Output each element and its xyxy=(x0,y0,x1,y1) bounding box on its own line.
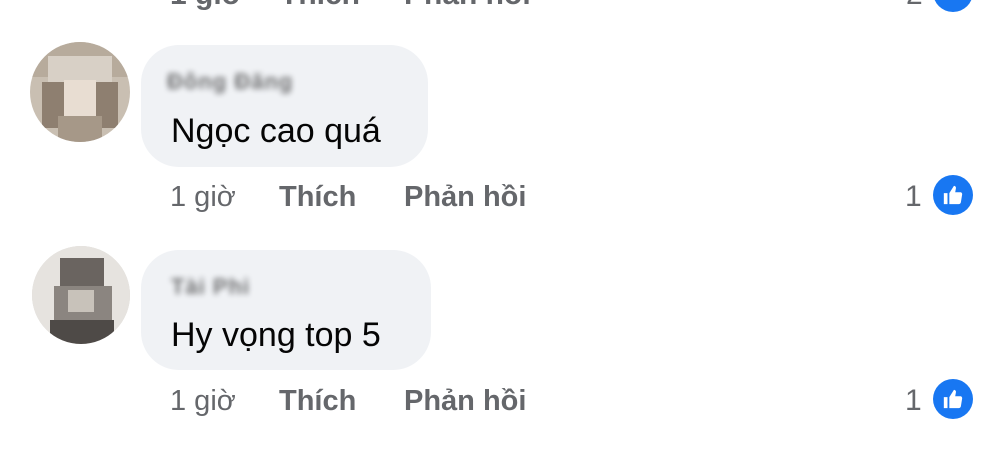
like-count: 2 xyxy=(906,0,923,12)
comment-author[interactable]: Đông Đăng xyxy=(167,69,293,95)
like-reaction-badge[interactable] xyxy=(933,175,973,215)
like-reaction-badge[interactable] xyxy=(933,379,973,419)
thumbs-up-icon xyxy=(943,389,963,409)
reply-button[interactable]: Phản hồi xyxy=(404,181,526,214)
comment-bubble[interactable]: Đông Đăng Ngọc cao quá xyxy=(141,45,428,167)
reply-button[interactable]: Phản hồi xyxy=(404,385,526,418)
comment-text: Hy vọng top 5 xyxy=(171,316,381,354)
like-count: 1 xyxy=(905,384,922,417)
like-button[interactable]: Thích xyxy=(279,181,356,214)
avatar[interactable] xyxy=(32,246,130,344)
like-count: 1 xyxy=(905,180,922,213)
comment-time[interactable]: 1 giờ xyxy=(170,385,236,418)
comment-time[interactable]: 1 giờ xyxy=(170,181,236,214)
like-button[interactable]: Thích xyxy=(279,385,356,418)
thumbs-up-icon xyxy=(943,185,963,205)
comment-time: 1 giờ xyxy=(170,0,243,12)
like-reaction-badge xyxy=(933,0,973,12)
comment-author[interactable]: Tài Phi xyxy=(171,274,250,300)
previous-comment-actions: 1 giờ Thích Phản hồi 2 xyxy=(0,0,1000,12)
reply-button[interactable]: Phản hồi xyxy=(404,0,531,12)
avatar[interactable] xyxy=(30,42,130,142)
like-button[interactable]: Thích xyxy=(280,0,360,12)
comment-text: Ngọc cao quá xyxy=(171,112,381,150)
comment-bubble[interactable]: Tài Phi Hy vọng top 5 xyxy=(141,250,431,370)
